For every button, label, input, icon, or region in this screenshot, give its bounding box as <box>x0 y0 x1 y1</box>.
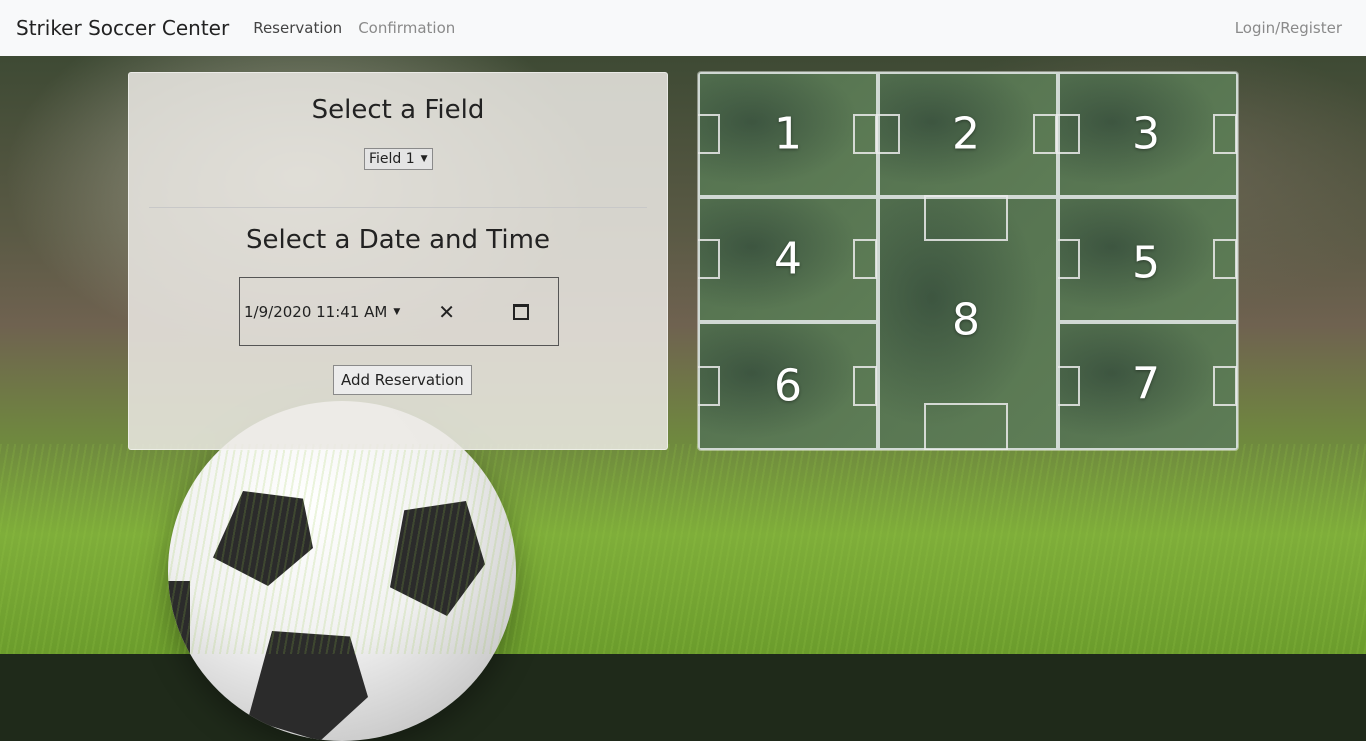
soccer-ball-image <box>168 401 516 741</box>
goal-box <box>698 239 720 279</box>
field-number: 8 <box>952 294 980 346</box>
field-number: 2 <box>952 108 980 160</box>
goal-box <box>698 366 720 406</box>
field-select[interactable]: Field 1 ▼ <box>364 148 433 170</box>
nav-link-confirmation[interactable]: Confirmation <box>358 19 455 37</box>
field-number: 6 <box>774 360 802 412</box>
datetime-heading: Select a Date and Time <box>246 225 550 255</box>
goal-box <box>853 366 877 406</box>
field-heading: Select a Field <box>311 95 485 125</box>
goal-box <box>1213 114 1237 154</box>
goal-box <box>1033 114 1057 154</box>
field-select-value: Field 1 <box>369 151 415 167</box>
goal-box <box>924 195 1008 241</box>
ball-patch <box>213 491 313 586</box>
goal-box <box>853 239 877 279</box>
add-reservation-button[interactable]: Add Reservation <box>333 365 472 395</box>
field-cell-4: 4 <box>698 197 878 322</box>
brand-link[interactable]: Striker Soccer Center <box>16 16 229 40</box>
field-map: 1 2 3 4 5 6 7 8 <box>698 72 1238 450</box>
field-cell-7: 7 <box>1056 322 1238 450</box>
field-cell-1: 1 <box>698 72 878 197</box>
goal-box <box>1056 239 1080 279</box>
divider <box>149 207 647 208</box>
datetime-picker[interactable]: 1/9/2020 11:41 AM ▼ ✕ <box>239 277 559 346</box>
goal-box <box>1056 366 1080 406</box>
field-cell-8: 8 <box>878 195 1058 450</box>
field-number: 1 <box>774 108 802 160</box>
reservation-panel: Select a Field Field 1 ▼ Select a Date a… <box>128 72 668 450</box>
calendar-icon[interactable] <box>513 303 530 320</box>
goal-box <box>853 114 877 154</box>
login-register-link[interactable]: Login/Register <box>1235 19 1342 37</box>
field-number: 4 <box>774 233 802 285</box>
field-number: 7 <box>1132 358 1160 410</box>
goal-box <box>698 114 720 154</box>
ball-patch <box>390 501 485 616</box>
ampm-caret-icon[interactable]: ▼ <box>393 307 400 317</box>
goal-box <box>1056 114 1080 154</box>
clear-icon[interactable]: ✕ <box>438 300 455 324</box>
field-cell-3: 3 <box>1056 72 1238 197</box>
navbar: Striker Soccer Center Reservation Confir… <box>0 0 1366 56</box>
field-cell-5: 5 <box>1056 197 1238 322</box>
ball-patch <box>168 581 190 701</box>
goal-box <box>1213 366 1237 406</box>
field-number: 5 <box>1132 237 1160 289</box>
field-cell-2: 2 <box>876 72 1058 197</box>
goal-box <box>876 114 900 154</box>
field-number: 3 <box>1132 108 1160 160</box>
caret-down-icon: ▼ <box>420 154 428 164</box>
goal-box <box>924 403 1008 450</box>
datetime-value[interactable]: 1/9/2020 11:41 AM <box>244 303 387 321</box>
goal-box <box>1213 239 1237 279</box>
ball-patch <box>248 631 368 741</box>
nav-link-reservation[interactable]: Reservation <box>253 19 342 37</box>
field-cell-6: 6 <box>698 322 878 450</box>
